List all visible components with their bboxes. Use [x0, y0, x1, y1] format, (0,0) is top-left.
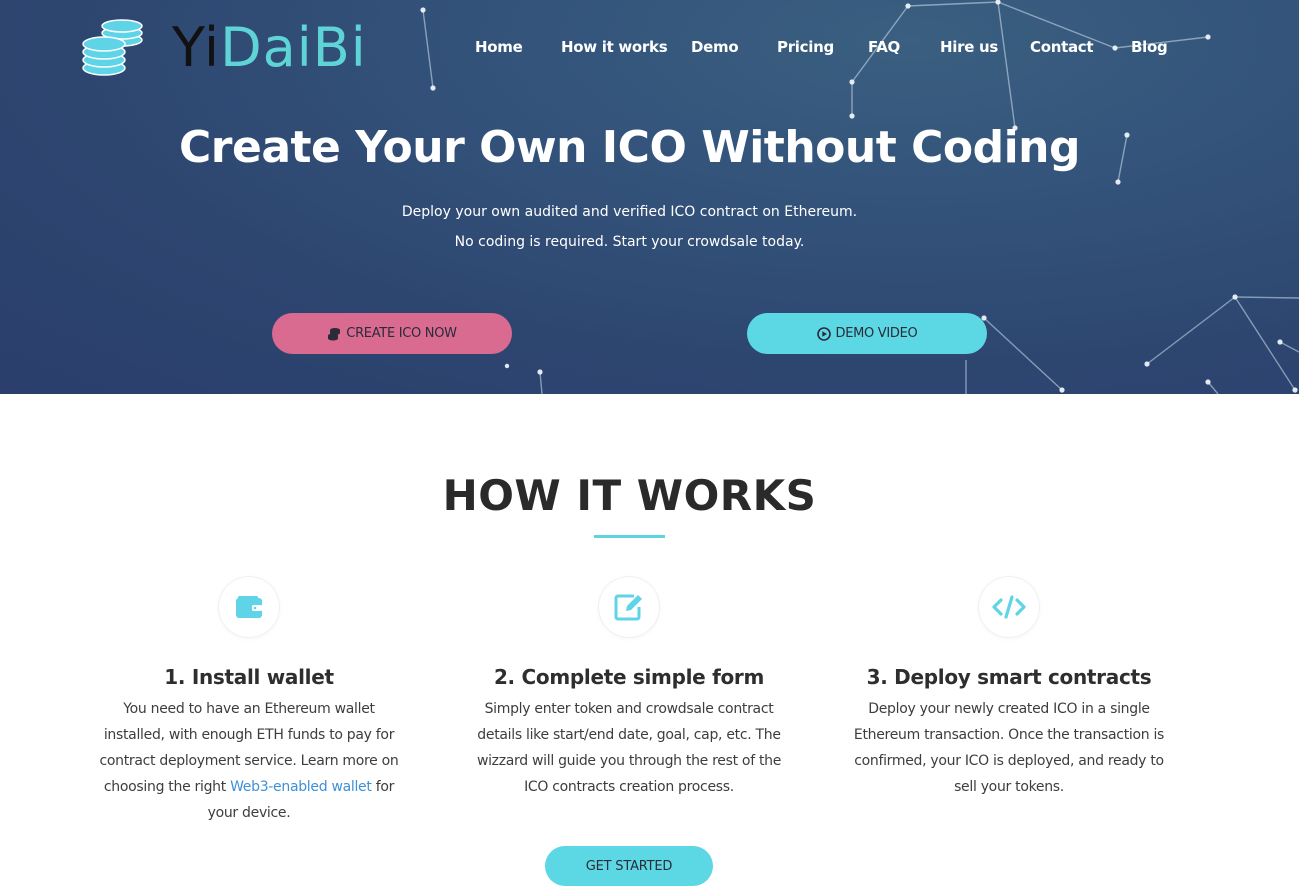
step-title: 2. Complete simple form: [493, 665, 765, 689]
hero-title: Create Your Own ICO Without Coding: [179, 122, 1080, 173]
nav-demo[interactable]: Demo: [691, 36, 739, 58]
hero-section: YiDaiBi Home How it works Demo Pricing F…: [0, 0, 1299, 394]
step-title: 1. Install wallet: [164, 665, 334, 689]
step-complete-form: 2. Complete simple form Simply enter tok…: [459, 577, 799, 800]
step-description: Deploy your newly created ICO in a singl…: [853, 701, 1165, 795]
wallet-icon: [236, 596, 262, 618]
step-description: Simply enter token and crowdsale contrac…: [476, 701, 782, 795]
step-install-wallet: 1. Install wallet You need to have an Et…: [79, 577, 419, 826]
web3-wallet-link[interactable]: Web3-enabled wallet: [230, 779, 372, 795]
create-ico-button[interactable]: CREATE ICO NOW: [272, 313, 512, 354]
create-ico-label: CREATE ICO NOW: [346, 326, 457, 341]
hero-subtitle-line1: Deploy your own audited and verified ICO…: [401, 204, 858, 220]
edit-form-icon: [614, 594, 642, 621]
nav-pricing[interactable]: Pricing: [777, 36, 834, 58]
step-icon-circle: [979, 577, 1039, 637]
step-description: You need to have an Ethereum wallet inst…: [91, 696, 407, 826]
nav-home[interactable]: Home: [475, 36, 523, 58]
nav-how-it-works[interactable]: How it works: [561, 36, 668, 58]
demo-video-label: DEMO VIDEO: [835, 326, 918, 341]
database-icon: [328, 327, 341, 340]
get-started-button[interactable]: GET STARTED: [545, 846, 713, 886]
nav-faq[interactable]: FAQ: [868, 36, 900, 58]
nav-blog[interactable]: Blog: [1131, 36, 1168, 58]
title-underline: [594, 535, 665, 538]
demo-video-button[interactable]: DEMO VIDEO: [747, 313, 987, 354]
code-icon: [992, 595, 1026, 619]
step-title: 3. Deploy smart contracts: [866, 665, 1152, 689]
step-icon-circle: [599, 577, 659, 637]
nav-contact[interactable]: Contact: [1030, 36, 1094, 58]
hero-subtitle-line2: No coding is required. Start your crowds…: [454, 234, 805, 250]
how-it-works-title: HOW IT WORKS: [442, 471, 817, 520]
step-icon-circle: [219, 577, 279, 637]
play-circle-icon: [816, 326, 831, 341]
step-deploy-contracts: 3. Deploy smart contracts Deploy your ne…: [839, 577, 1179, 800]
main-nav: Home How it works Demo Pricing FAQ Hire …: [0, 36, 1299, 60]
nav-hire-us[interactable]: Hire us: [940, 36, 998, 58]
